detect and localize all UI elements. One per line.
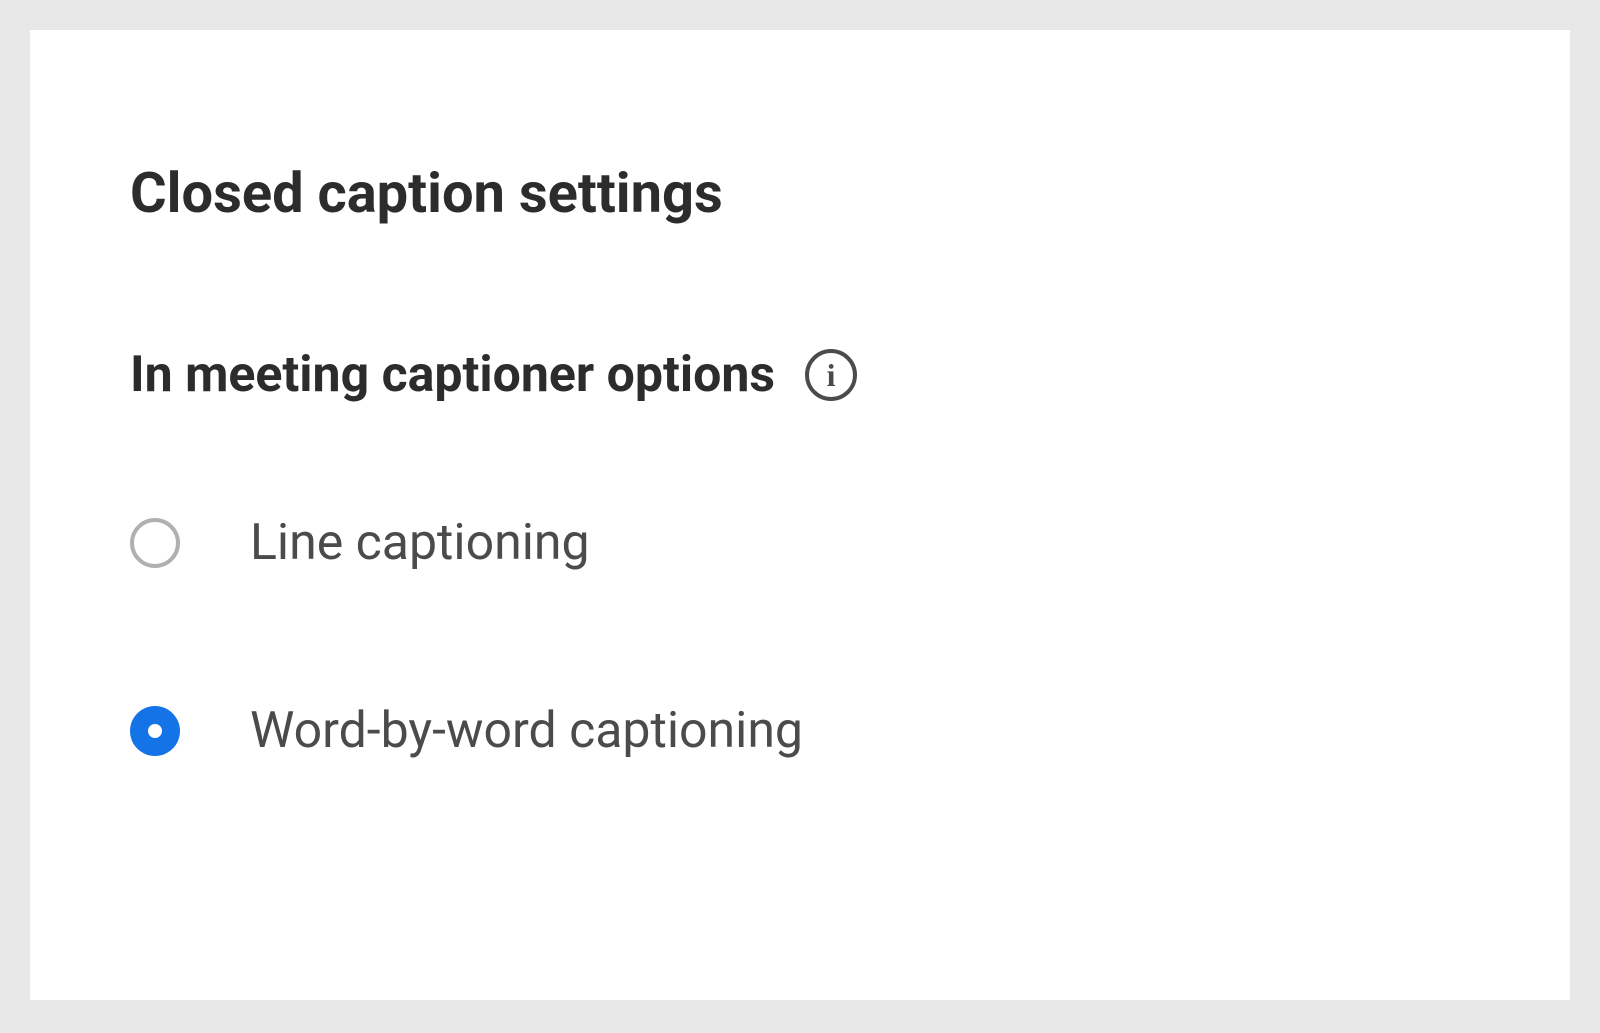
radio-indicator-checked-icon [130,706,180,756]
word-by-word-captioning-radio[interactable]: Word-by-word captioning [130,702,1470,760]
radio-indicator-unchecked-icon [130,518,180,568]
radio-label: Word-by-word captioning [250,702,803,760]
captioner-options-heading-row: In meeting captioner options i [130,346,1470,404]
settings-heading: Closed caption settings [130,160,1470,226]
info-icon[interactable]: i [805,349,857,401]
line-captioning-radio[interactable]: Line captioning [130,514,1470,572]
closed-caption-settings-panel: Closed caption settings In meeting capti… [30,30,1570,1000]
radio-label: Line captioning [250,514,590,572]
captioner-options-subheading: In meeting captioner options [130,346,775,404]
captioner-options-radio-group: Line captioning Word-by-word captioning [130,514,1470,760]
